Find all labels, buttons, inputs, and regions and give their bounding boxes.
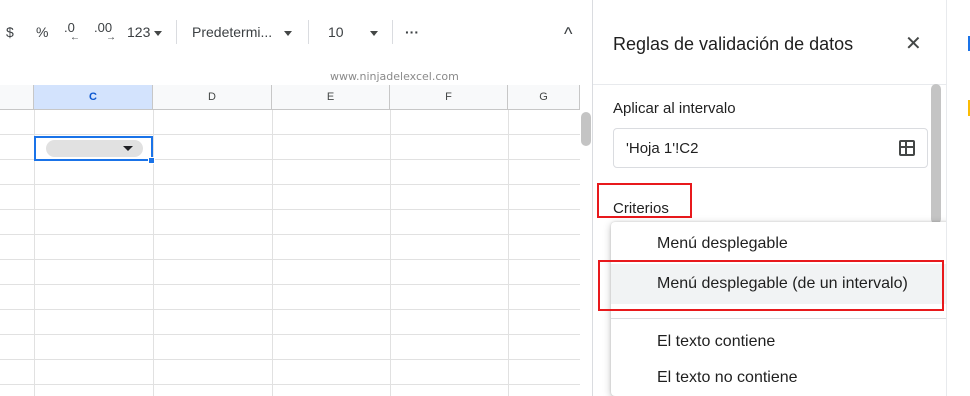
grid-scrollbar[interactable]	[581, 112, 591, 146]
row-gridline	[0, 309, 580, 310]
toolbar: $ % .0 ← .00 → 123 Predetermi... 10 ··· …	[0, 0, 592, 66]
app-root: $ % .0 ← .00 → 123 Predetermi... 10 ··· …	[0, 0, 970, 396]
menu-divider	[611, 318, 969, 319]
chevron-down-icon	[369, 30, 378, 36]
row-gridline	[0, 359, 580, 360]
arrow-right-icon: →	[106, 32, 116, 43]
percent-format-button[interactable]: %	[36, 24, 48, 40]
range-value: 'Hoja 1'!C2	[626, 140, 699, 157]
font-family-dropdown[interactable]: Predetermi...	[192, 24, 293, 40]
column-gridline	[272, 110, 273, 396]
font-family-label: Predetermi...	[192, 24, 273, 40]
toolbar-divider	[392, 20, 393, 44]
column-header-b[interactable]	[0, 85, 34, 110]
toolbar-divider	[176, 20, 177, 44]
column-header-g[interactable]: G	[508, 85, 580, 110]
more-options-button[interactable]: ···	[405, 24, 419, 40]
number-format-label: 123	[127, 24, 151, 40]
apply-range-label: Aplicar al intervalo	[613, 100, 736, 117]
collapse-toolbar-button[interactable]: ^	[564, 24, 572, 45]
panel-scrollbar[interactable]	[931, 84, 941, 224]
fill-handle[interactable]	[148, 157, 155, 164]
toolbar-divider	[308, 20, 309, 44]
panel-title: Reglas de validación de datos	[613, 34, 854, 54]
menu-item-text-not-contains[interactable]: El texto no contiene	[611, 358, 951, 396]
font-size-dropdown[interactable]: 10	[328, 24, 378, 40]
chevron-down-icon	[154, 30, 163, 36]
row-gridline	[0, 259, 580, 260]
column-header-e[interactable]: E	[272, 85, 390, 110]
close-icon[interactable]: ✕	[905, 34, 922, 54]
panel-divider	[593, 84, 947, 85]
column-header-d[interactable]: D	[153, 85, 272, 110]
select-range-icon[interactable]	[899, 140, 915, 156]
currency-format-button[interactable]: $	[6, 24, 14, 40]
watermark: www.ninjadelexcel.com	[330, 70, 459, 83]
column-header-f[interactable]: F	[390, 85, 508, 110]
row-gridline	[0, 284, 580, 285]
chevron-down-icon	[284, 30, 293, 36]
column-header-c[interactable]: C	[34, 85, 153, 110]
row-gridline	[0, 209, 580, 210]
number-format-dropdown[interactable]: 123	[127, 24, 163, 40]
selected-cell-c2[interactable]	[34, 136, 153, 161]
range-input[interactable]: 'Hoja 1'!C2	[613, 128, 928, 168]
menu-item-text-contains[interactable]: El texto contiene	[611, 322, 951, 362]
arrow-left-icon: ←	[70, 32, 80, 43]
column-gridline	[390, 110, 391, 396]
row-gridline	[0, 384, 580, 385]
highlight-box-criteria	[597, 183, 692, 218]
row-gridline	[0, 134, 580, 135]
font-size-label: 10	[328, 24, 344, 40]
row-gridline	[0, 184, 580, 185]
menu-item-dropdown[interactable]: Menú desplegable	[611, 224, 951, 264]
row-gridline	[0, 334, 580, 335]
row-gridline	[0, 234, 580, 235]
column-gridline	[508, 110, 509, 396]
highlight-box-dropdown-range	[598, 260, 944, 311]
column-gridline	[153, 110, 154, 396]
spreadsheet-grid[interactable]: C D E F G	[0, 85, 580, 396]
side-rail	[946, 0, 970, 396]
